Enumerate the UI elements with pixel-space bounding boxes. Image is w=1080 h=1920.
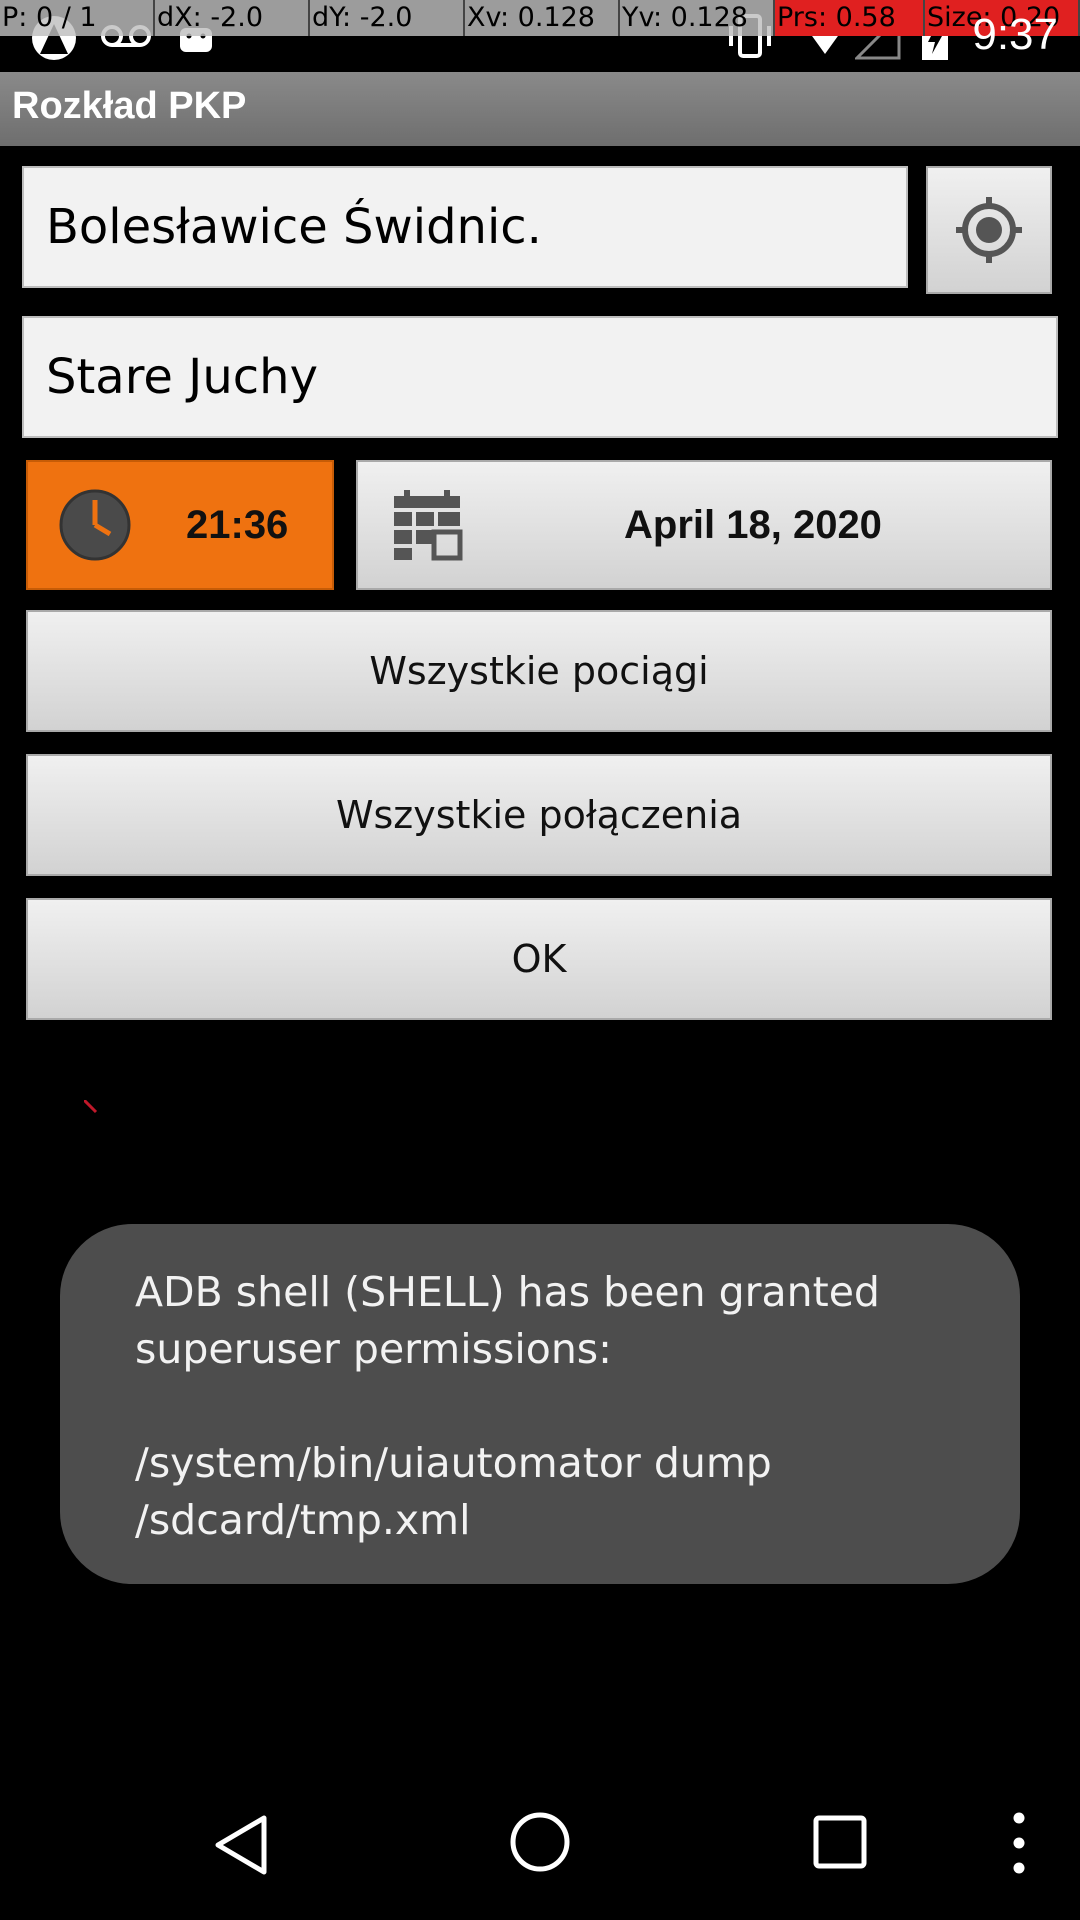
back-icon[interactable] bbox=[212, 1814, 270, 1876]
from-station-input[interactable]: Bolesławice Świdnic. bbox=[22, 166, 908, 288]
navigation-bar bbox=[0, 1766, 1080, 1920]
delta-y: dY: -2.0 bbox=[310, 0, 465, 36]
app-title: Rozkład PKP bbox=[12, 85, 247, 127]
toast-line-2: /system/bin/uiautomator dump /sdcard/tmp… bbox=[135, 1439, 772, 1544]
delta-x: dX: -2.0 bbox=[155, 0, 310, 36]
pointer-trace-mark bbox=[84, 1100, 98, 1114]
all-trains-button[interactable]: Wszystkie pociągi bbox=[26, 610, 1052, 732]
date-value: April 18, 2020 bbox=[624, 502, 882, 547]
clock: 9:37 bbox=[972, 10, 1058, 59]
pressure: Prs: 0.58 bbox=[775, 0, 925, 36]
overflow-menu-icon[interactable] bbox=[1006, 1810, 1032, 1876]
velocity-y: Yv: 0.128 bbox=[620, 0, 775, 36]
all-connections-button[interactable]: Wszystkie połączenia bbox=[26, 754, 1052, 876]
toast-message: ADB shell (SHELL) has been granted super… bbox=[60, 1224, 1020, 1584]
crosshair-icon bbox=[956, 197, 1022, 263]
velocity-x: Xv: 0.128 bbox=[465, 0, 620, 36]
toast-line-1: ADB shell (SHELL) has been granted super… bbox=[135, 1268, 880, 1373]
recents-icon[interactable] bbox=[812, 1814, 868, 1870]
clock-icon bbox=[59, 489, 131, 561]
ok-button[interactable]: OK bbox=[26, 898, 1052, 1020]
time-value: 21:36 bbox=[186, 502, 289, 547]
time-button[interactable]: 21:36 bbox=[26, 460, 334, 590]
to-station-input[interactable]: Stare Juchy bbox=[22, 316, 1058, 438]
date-button[interactable]: April 18, 2020 bbox=[356, 460, 1052, 590]
to-station-value: Stare Juchy bbox=[46, 349, 318, 405]
all-trains-label: Wszystkie pociągi bbox=[369, 649, 709, 693]
all-connections-label: Wszystkie połączenia bbox=[335, 793, 743, 837]
pointer-location-overlay: P: 0 / 1 dX: -2.0 dY: -2.0 Xv: 0.128 Yv:… bbox=[0, 0, 1080, 36]
calendar-icon bbox=[394, 490, 463, 561]
action-bar: Rozkład PKP bbox=[0, 72, 1080, 146]
pointer-count: P: 0 / 1 bbox=[0, 0, 155, 36]
ok-label: OK bbox=[511, 937, 567, 981]
from-station-value: Bolesławice Świdnic. bbox=[46, 199, 542, 255]
locate-button[interactable] bbox=[926, 166, 1052, 294]
home-icon[interactable] bbox=[508, 1810, 572, 1874]
